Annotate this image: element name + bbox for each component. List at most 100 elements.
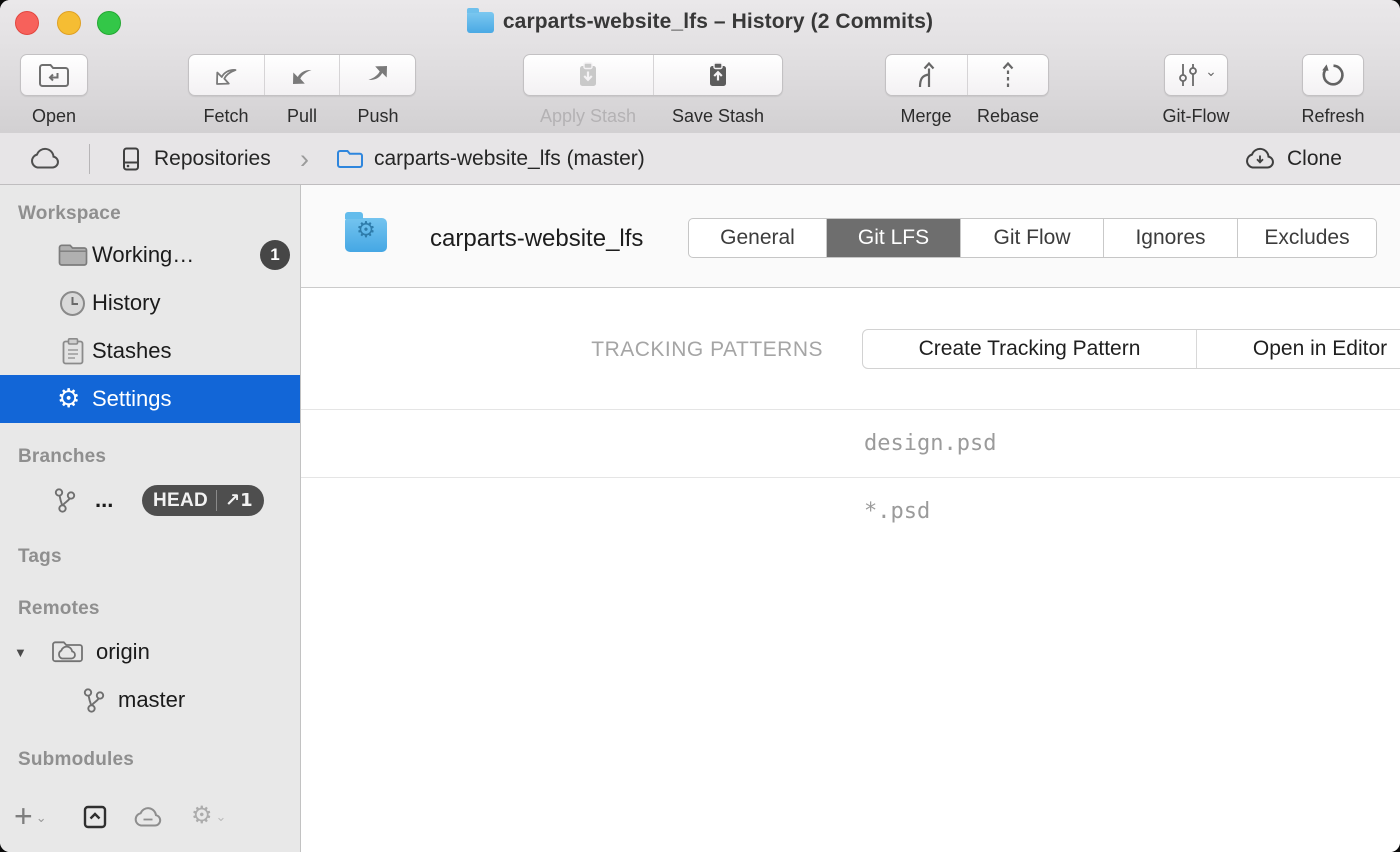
create-tracking-pattern-button[interactable]: Create Tracking Pattern bbox=[863, 330, 1196, 368]
cloud-button[interactable] bbox=[132, 806, 164, 829]
git-flow-button[interactable]: ⌄ bbox=[1164, 54, 1228, 96]
open-label: Open bbox=[20, 106, 88, 127]
sidebar-item-stashes[interactable]: Stashes bbox=[0, 327, 300, 375]
arrow-up-right-icon: ↗ bbox=[225, 490, 240, 511]
pull-button[interactable] bbox=[264, 55, 340, 95]
clipboard-icon bbox=[60, 337, 86, 366]
pull-label: Pull bbox=[264, 106, 340, 127]
breadcrumb-repo[interactable]: carparts-website_lfs (master) bbox=[336, 133, 645, 185]
breadcrumb-repositories-label: Repositories bbox=[154, 147, 271, 171]
settings-label: Settings bbox=[92, 386, 172, 412]
cloud-icon bbox=[28, 147, 62, 171]
stashes-label: Stashes bbox=[92, 338, 172, 364]
tab-git-lfs[interactable]: Git LFS bbox=[826, 219, 960, 257]
settings-tabs: General Git LFS Git Flow Ignores Exclude… bbox=[688, 218, 1377, 258]
working-count-badge: 1 bbox=[260, 240, 290, 270]
window-title-wrap: carparts-website_lfs – History (2 Commit… bbox=[0, 0, 1400, 44]
repo-folder-gear-icon: ⚙ bbox=[345, 218, 387, 252]
breadcrumb-divider bbox=[89, 144, 90, 174]
clock-icon bbox=[58, 289, 87, 318]
pattern-row[interactable]: *.psd bbox=[301, 478, 1400, 546]
git-flow-icon bbox=[1175, 62, 1201, 88]
merge-button[interactable] bbox=[886, 55, 967, 95]
remote-folder-icon bbox=[51, 639, 84, 665]
push-box-button[interactable] bbox=[82, 804, 108, 830]
sidebar-item-history[interactable]: History bbox=[0, 279, 300, 327]
tab-ignores[interactable]: Ignores bbox=[1103, 219, 1237, 257]
settings-menu-button[interactable]: ⚙ ⌄ bbox=[191, 803, 226, 827]
rebase-icon bbox=[998, 60, 1018, 90]
sidebar-item-settings[interactable]: ⚙ Settings bbox=[0, 375, 300, 423]
refresh-label: Refresh bbox=[1283, 106, 1383, 127]
refresh-button[interactable] bbox=[1302, 54, 1364, 96]
sidebar-item-master[interactable]: master bbox=[0, 676, 300, 724]
push-icon bbox=[363, 60, 393, 90]
branch-label: ... bbox=[95, 487, 113, 513]
sidebar-item-origin[interactable]: ▼ origin bbox=[0, 628, 300, 676]
account-cloud-button[interactable] bbox=[28, 133, 62, 185]
window-title: carparts-website_lfs – History (2 Commit… bbox=[503, 10, 933, 34]
tab-general[interactable]: General bbox=[689, 219, 826, 257]
repo-settings-header: ⚙ carparts-website_lfs General Git LFS G… bbox=[301, 185, 1400, 288]
remotes-header: Remotes bbox=[18, 598, 100, 620]
push-button[interactable] bbox=[339, 55, 415, 95]
add-button[interactable]: + ⌄ bbox=[14, 800, 47, 832]
fetch-label: Fetch bbox=[188, 106, 264, 127]
main-panel: ⚙ carparts-website_lfs General Git LFS G… bbox=[301, 185, 1400, 852]
breadcrumb-chevron: › bbox=[300, 133, 309, 185]
sidebar-item-branch[interactable]: ... HEAD ↗1 bbox=[0, 475, 300, 525]
disclosure-triangle-icon[interactable]: ▼ bbox=[14, 645, 27, 660]
box-arrow-up-icon bbox=[82, 804, 108, 830]
sidebar: Workspace Working… 1 History bbox=[0, 185, 301, 852]
head-badge-label: HEAD bbox=[153, 490, 208, 512]
sidebar-item-working[interactable]: Working… 1 bbox=[0, 231, 300, 279]
titlebar: carparts-website_lfs – History (2 Commit… bbox=[0, 0, 1400, 44]
plus-icon: + bbox=[14, 800, 33, 832]
merge-rebase-group bbox=[885, 54, 1049, 96]
fetch-pull-push-group bbox=[188, 54, 416, 96]
gear-icon: ⚙ bbox=[191, 803, 213, 827]
history-label: History bbox=[92, 290, 160, 316]
tracking-pattern-actions: Create Tracking Pattern Open in Editor bbox=[862, 329, 1400, 369]
app-window: carparts-website_lfs – History (2 Commit… bbox=[0, 0, 1400, 852]
tracking-patterns-label: TRACKING PATTERNS bbox=[451, 338, 823, 362]
branch-icon bbox=[50, 486, 79, 515]
origin-label: origin bbox=[96, 639, 150, 665]
push-label: Push bbox=[340, 106, 416, 127]
open-repo-icon bbox=[37, 60, 71, 90]
stash-group bbox=[523, 54, 783, 96]
folder-icon bbox=[467, 12, 494, 33]
clone-button[interactable]: Clone bbox=[1243, 133, 1342, 185]
merge-icon bbox=[912, 60, 940, 90]
toolbar: Open bbox=[0, 44, 1400, 133]
breadcrumb-repositories[interactable]: Repositories bbox=[118, 133, 271, 185]
gear-icon: ⚙ bbox=[57, 386, 80, 412]
tab-git-flow[interactable]: Git Flow bbox=[960, 219, 1103, 257]
refresh-icon bbox=[1319, 61, 1347, 89]
chevron-down-icon: ⌄ bbox=[36, 811, 47, 826]
pattern-row[interactable]: design.psd bbox=[301, 410, 1400, 478]
open-in-editor-button[interactable]: Open in Editor bbox=[1196, 330, 1400, 368]
branch-icon bbox=[79, 686, 108, 715]
pattern-value: *.psd bbox=[864, 499, 930, 524]
fetch-button[interactable] bbox=[189, 55, 264, 95]
rebase-label: Rebase bbox=[967, 106, 1049, 127]
tab-excludes[interactable]: Excludes bbox=[1237, 219, 1376, 257]
folder-outline-icon bbox=[336, 148, 364, 170]
apply-stash-button[interactable] bbox=[524, 55, 653, 95]
rebase-button[interactable] bbox=[967, 55, 1049, 95]
save-stash-button[interactable] bbox=[653, 55, 783, 95]
save-stash-icon bbox=[703, 60, 733, 90]
submodules-header: Submodules bbox=[18, 749, 134, 771]
breadcrumb-repo-label: carparts-website_lfs (master) bbox=[374, 147, 645, 171]
window-chrome: carparts-website_lfs – History (2 Commit… bbox=[0, 0, 1400, 134]
open-button[interactable] bbox=[20, 54, 88, 96]
chevron-down-icon: ⌄ bbox=[1205, 65, 1217, 79]
working-label: Working… bbox=[92, 242, 194, 268]
merge-label: Merge bbox=[885, 106, 967, 127]
git-flow-label: Git-Flow bbox=[1146, 106, 1246, 127]
master-label: master bbox=[118, 687, 185, 713]
save-stash-label: Save Stash bbox=[653, 106, 783, 127]
pull-icon bbox=[287, 60, 317, 90]
chevron-down-icon: ⌄ bbox=[216, 810, 227, 825]
